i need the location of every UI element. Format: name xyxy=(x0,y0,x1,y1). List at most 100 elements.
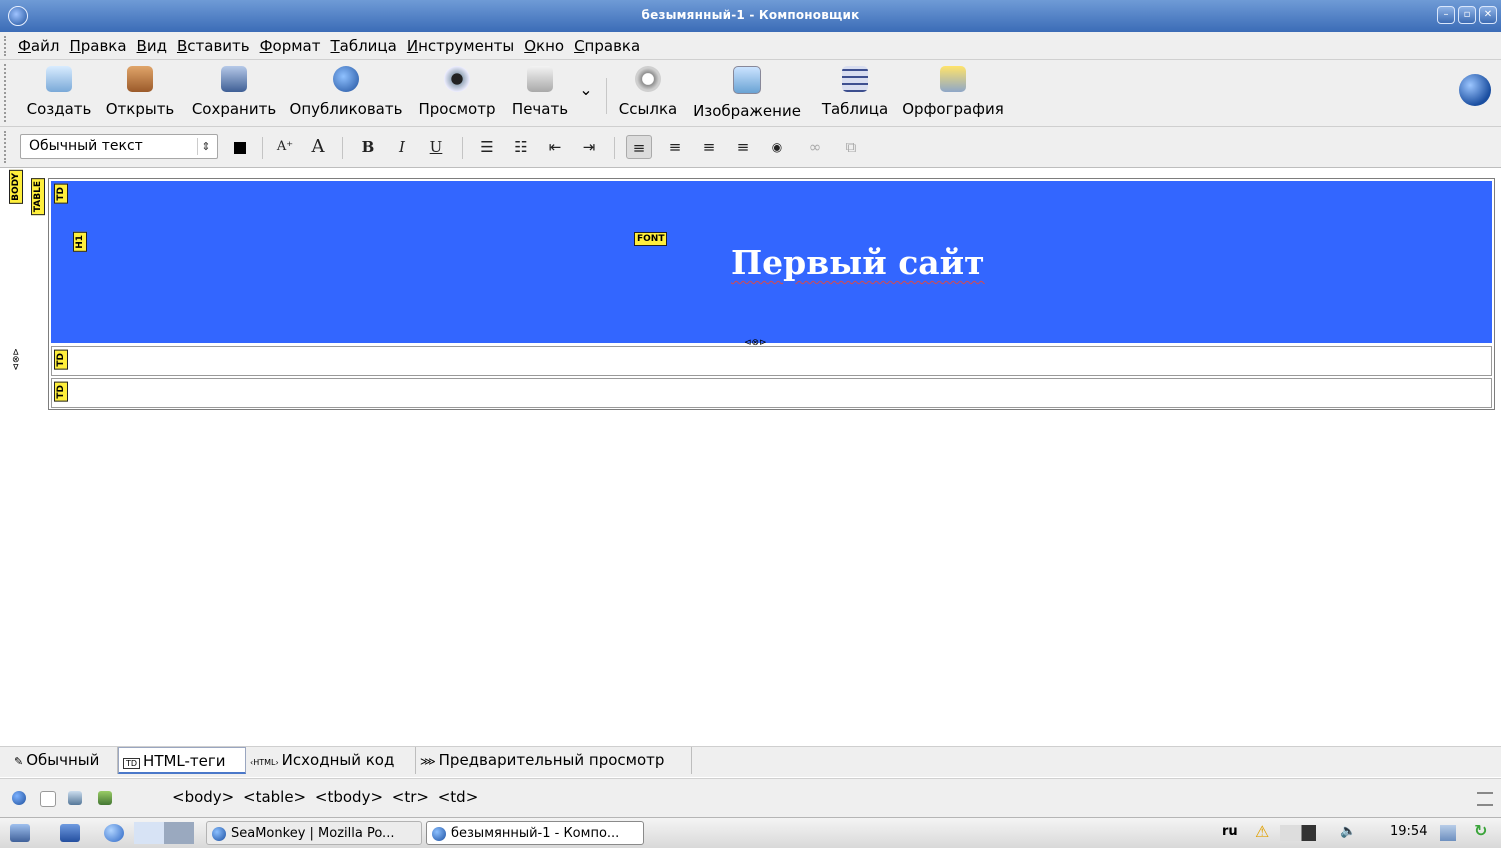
tab-preview[interactable]: ⋙ Предварительный просмотр xyxy=(416,747,692,774)
task-composer-window[interactable]: безымянный-1 - Компо... xyxy=(426,821,644,845)
editor-content-area[interactable]: BODY TABLE Первый сайт TD H1 FONT ⊲⊗⊳ ⊲⊗… xyxy=(0,168,1501,746)
status-bar: <body> <table> <tbody> <tr> <td> xyxy=(0,778,1501,817)
larger-font-button[interactable]: A xyxy=(306,135,330,159)
bold-button[interactable]: B xyxy=(356,135,380,159)
html-code-icon: ‹HTML› xyxy=(250,758,279,767)
preview-glasses-icon: ⋙ xyxy=(420,755,436,768)
network-icon[interactable] xyxy=(1280,825,1316,841)
tab-source-code[interactable]: ‹HTML› Исходный код xyxy=(246,747,416,774)
column-resize-handle-icon[interactable]: ⊲⊗⊳ xyxy=(10,348,20,371)
table-button[interactable]: Таблица xyxy=(814,66,896,122)
outdent-button[interactable]: ⇤ xyxy=(544,135,566,159)
smaller-font-button[interactable]: A⁺ xyxy=(274,135,296,159)
remove-link-button[interactable]: ∞ xyxy=(804,135,826,159)
start-menu-icon[interactable] xyxy=(10,824,30,842)
print-button[interactable]: Печать xyxy=(508,66,572,122)
menu-file[interactable]: Файл xyxy=(18,37,59,55)
floppy-disk-icon xyxy=(221,66,247,92)
maximize-button[interactable]: ▫ xyxy=(1458,6,1476,24)
menu-table[interactable]: Таблица xyxy=(330,37,396,55)
format-separator xyxy=(342,137,343,159)
td-tag-flag[interactable]: TD xyxy=(54,350,68,370)
align-left-button[interactable]: ≡ xyxy=(626,135,652,159)
text-color-button[interactable] xyxy=(228,135,252,159)
menu-edit[interactable]: Правка xyxy=(69,37,126,55)
link-button[interactable]: Ссылка xyxy=(616,66,680,122)
browser-icon[interactable] xyxy=(12,791,26,805)
element-path[interactable]: <body> <table> <tbody> <tr> <td> xyxy=(172,788,478,806)
create-button[interactable]: Создать xyxy=(24,66,94,122)
workspace-pager[interactable] xyxy=(134,822,194,844)
save-button[interactable]: Сохранить xyxy=(186,66,282,122)
pencil-icon: ✎ xyxy=(14,755,24,768)
align-right-button[interactable]: ≡ xyxy=(698,135,720,159)
table-cell-row-2[interactable] xyxy=(51,346,1492,376)
td-tag-icon: TD xyxy=(123,758,141,769)
open-button[interactable]: Открыть xyxy=(103,66,177,122)
close-button[interactable]: ✕ xyxy=(1479,6,1497,24)
justify-button[interactable]: ≡ xyxy=(732,135,754,159)
toolbar-grip[interactable] xyxy=(4,64,10,122)
tab-html-tags[interactable]: TD HTML-теги xyxy=(118,747,246,774)
td-tag-flag[interactable]: TD xyxy=(54,184,68,204)
menu-format[interactable]: Формат xyxy=(260,37,321,55)
menubar-grip[interactable] xyxy=(4,36,10,56)
format-separator xyxy=(614,137,615,159)
toolbar-separator xyxy=(606,78,607,114)
insert-anchor-button[interactable]: ◉ xyxy=(766,135,788,159)
table-cell-row-3[interactable] xyxy=(51,378,1492,408)
bullet-list-button[interactable]: ☰ xyxy=(476,135,498,159)
menu-view[interactable]: Вид xyxy=(137,37,167,55)
header-table-cell[interactable]: Первый сайт xyxy=(51,181,1492,343)
font-tag-flag[interactable]: FONT xyxy=(634,232,668,246)
eye-icon xyxy=(444,66,470,92)
window-title-bar[interactable]: безымянный-1 - Компоновщик – ▫ ✕ xyxy=(0,0,1501,32)
volume-icon[interactable]: 🔈 xyxy=(1340,824,1356,839)
warning-icon[interactable]: ⚠ xyxy=(1255,822,1269,841)
italic-button[interactable]: I xyxy=(390,135,414,159)
calendar-icon[interactable] xyxy=(1440,825,1456,841)
align-center-button[interactable]: ≡ xyxy=(664,135,686,159)
formatbar-grip[interactable] xyxy=(4,131,10,163)
table-tag-flag[interactable]: TABLE xyxy=(31,178,45,216)
show-desktop-icon[interactable] xyxy=(60,824,80,842)
minimize-button[interactable]: – xyxy=(1437,6,1455,24)
update-refresh-icon[interactable]: ↻ xyxy=(1474,821,1487,840)
task-seamonkey-browser[interactable]: SeaMonkey | Mozilla Po... xyxy=(206,821,422,845)
menu-bar: Файл Правка Вид Вставить Формат Таблица … xyxy=(0,32,1501,60)
preview-button[interactable]: Просмотр xyxy=(414,66,500,122)
spelling-button[interactable]: Орфография xyxy=(900,66,1006,122)
indent-button[interactable]: ⇥ xyxy=(578,135,600,159)
image-button[interactable]: Изображение xyxy=(688,66,806,122)
numbered-list-button[interactable]: ☷ xyxy=(510,135,532,159)
composition-toolbar: Создать Открыть Сохранить Опубликовать П… xyxy=(0,60,1501,127)
underline-button[interactable]: U xyxy=(424,135,448,159)
seamonkey-throbber-icon[interactable] xyxy=(1459,74,1491,106)
mail-icon[interactable] xyxy=(40,791,56,807)
remove-named-anchor-button[interactable]: ⧉ xyxy=(840,135,862,159)
keyboard-layout-indicator[interactable]: ru xyxy=(1222,824,1238,839)
menu-help[interactable]: Справка xyxy=(574,37,640,55)
seamonkey-icon xyxy=(212,827,226,841)
address-book-icon[interactable] xyxy=(98,791,112,805)
format-separator xyxy=(462,137,463,159)
paragraph-format-select[interactable]: Обычный текст ⇕ xyxy=(20,134,218,159)
body-tag-flag[interactable]: BODY xyxy=(9,170,23,204)
composer-icon[interactable] xyxy=(68,791,82,805)
tab-normal[interactable]: ✎ Обычный xyxy=(10,747,118,774)
menu-window[interactable]: Окно xyxy=(524,37,564,55)
menu-tools[interactable]: Инструменты xyxy=(407,37,514,55)
web-browser-launcher-icon[interactable] xyxy=(104,824,124,842)
td-tag-flag[interactable]: TD xyxy=(54,382,68,402)
clock[interactable]: 19:54 xyxy=(1390,824,1427,839)
window-title: безымянный-1 - Компоновщик xyxy=(641,8,860,22)
table-grid-icon xyxy=(842,66,868,92)
publish-button[interactable]: Опубликовать xyxy=(287,66,405,122)
new-document-icon xyxy=(46,66,72,92)
h1-tag-flag[interactable]: H1 xyxy=(73,232,87,252)
format-toolbar: Обычный текст ⇕ A⁺ A B I U ☰ ☷ ⇤ ⇥ ≡ ≡ ≡… xyxy=(0,127,1501,168)
select-arrows-icon: ⇕ xyxy=(197,138,214,155)
statusbar-handle-icon[interactable] xyxy=(1477,792,1493,806)
site-heading[interactable]: Первый сайт xyxy=(731,243,985,282)
menu-insert[interactable]: Вставить xyxy=(177,37,250,55)
